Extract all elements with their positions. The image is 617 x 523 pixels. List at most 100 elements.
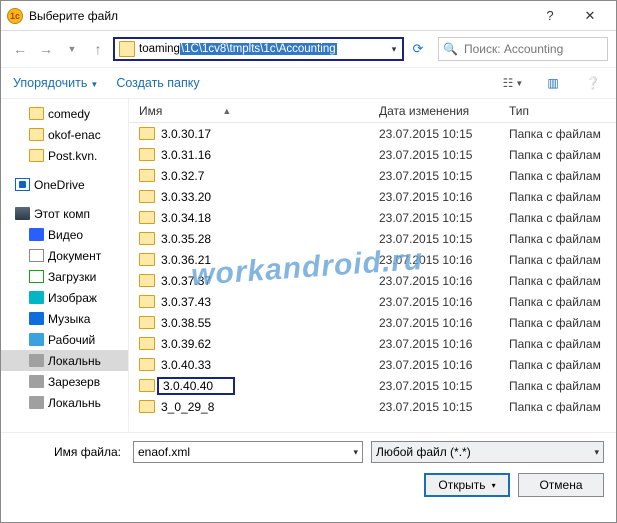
- folder-icon: [139, 211, 155, 224]
- tree-okof[interactable]: okof-enac: [1, 124, 128, 145]
- tree-local1[interactable]: Локальнь: [1, 350, 128, 371]
- file-row[interactable]: 3.0.34.1823.07.2015 10:15Папка с файлам: [129, 207, 616, 228]
- help-button[interactable]: ?: [530, 2, 570, 30]
- filename-label: Имя файла:: [13, 445, 125, 459]
- open-button[interactable]: Открыть▾: [424, 473, 510, 497]
- music-icon: [29, 312, 44, 325]
- app-icon: 1c: [7, 8, 23, 24]
- file-type: Папка с файлам: [509, 211, 616, 225]
- file-row[interactable]: 3.0.37.4323.07.2015 10:16Папка с файлам: [129, 291, 616, 312]
- file-row[interactable]: 3.0.33.20 23.07.2015 10:16Папка с файлам: [129, 186, 616, 207]
- preview-pane-button[interactable]: ▥: [542, 74, 564, 92]
- file-row[interactable]: 3_0_29_8 23.07.2015 10:15Папка с файлам: [129, 396, 616, 417]
- folder-icon: [139, 148, 155, 161]
- file-name: 3.0.35.28: [161, 232, 211, 246]
- file-date: 23.07.2015 10:16: [379, 337, 509, 351]
- file-date: 23.07.2015 10:15: [379, 232, 509, 246]
- tree-local2[interactable]: Локальнь: [1, 392, 128, 413]
- file-name: 3.0.33.20: [161, 190, 211, 204]
- download-icon: [29, 270, 44, 283]
- nav-row: ← → ▼ ↑ toaming\1C\1cv8\tmplts\1c\Accoun…: [1, 31, 616, 67]
- tree-onedrive[interactable]: OneDrive: [1, 174, 128, 195]
- file-type: Папка с файлам: [509, 358, 616, 372]
- chevron-down-icon[interactable]: ▾: [594, 447, 599, 458]
- col-name[interactable]: Имя▲: [129, 104, 379, 118]
- folder-icon: [139, 169, 155, 182]
- file-row[interactable]: 3.0.37.3723.07.2015 10:16Папка с файлам: [129, 270, 616, 291]
- tree-reserved[interactable]: Зарезерв: [1, 371, 128, 392]
- drive-icon: [29, 354, 44, 367]
- close-button[interactable]: ✕: [570, 2, 610, 30]
- tree-images[interactable]: Изображ: [1, 287, 128, 308]
- file-name: 3.0.31.16: [161, 148, 211, 162]
- file-date: 23.07.2015 10:15: [379, 379, 509, 393]
- tree-music[interactable]: Музыка: [1, 308, 128, 329]
- file-row[interactable]: 3.0.31.1623.07.2015 10:15Папка с файлам: [129, 144, 616, 165]
- tree-desktop[interactable]: Рабочий: [1, 329, 128, 350]
- up-button[interactable]: ↑: [87, 38, 109, 60]
- file-row[interactable]: 3.0.38.5523.07.2015 10:16Папка с файлам: [129, 312, 616, 333]
- computer-icon: [15, 207, 30, 220]
- view-options[interactable]: ☷▼: [502, 74, 524, 92]
- tree-post[interactable]: Post.kvn.: [1, 145, 128, 166]
- address-bar[interactable]: toaming\1C\1cv8\tmplts\1c\Accounting ▾: [113, 37, 404, 61]
- folder-icon: [29, 128, 44, 141]
- folder-icon: [139, 358, 155, 371]
- folder-icon: [119, 41, 135, 57]
- file-row[interactable]: 3.0.30.1723.07.2015 10:15Папка с файлам: [129, 123, 616, 144]
- file-row[interactable]: 3.0.36.2123.07.2015 10:16Папка с файлам: [129, 249, 616, 270]
- tree-thispc[interactable]: Этот комп: [1, 203, 128, 224]
- file-name: 3.0.30.17: [161, 127, 211, 141]
- file-type: Папка с файлам: [509, 400, 616, 414]
- folder-icon: [139, 190, 155, 203]
- file-list: Имя▲ Дата изменения Тип 3.0.30.1723.07.2…: [129, 99, 616, 461]
- file-name: 3_0_29_8: [161, 400, 214, 414]
- folder-icon: [29, 107, 44, 120]
- tree-downloads[interactable]: Загрузки: [1, 266, 128, 287]
- tree-docs[interactable]: Документ: [1, 245, 128, 266]
- col-type[interactable]: Тип: [509, 104, 616, 118]
- file-date: 23.07.2015 10:16: [379, 274, 509, 288]
- search-input[interactable]: [462, 41, 617, 57]
- content-area: comedy okof-enac Post.kvn. OneDrive Этот…: [1, 99, 616, 461]
- search-icon: 🔍: [443, 42, 458, 56]
- file-name: 3.0.39.62: [161, 337, 211, 351]
- column-headers[interactable]: Имя▲ Дата изменения Тип: [129, 99, 616, 123]
- file-row[interactable]: 3.0.39.6223.07.2015 10:16Папка с файлам: [129, 333, 616, 354]
- tree-video[interactable]: Видео: [1, 224, 128, 245]
- tree-comedy[interactable]: comedy: [1, 103, 128, 124]
- organize-menu[interactable]: Упорядочить▼: [13, 76, 98, 90]
- rows-container[interactable]: 3.0.30.1723.07.2015 10:15Папка с файлам3…: [129, 123, 616, 444]
- filter-combo[interactable]: Любой файл (*.*) ▾: [371, 441, 604, 463]
- file-name: 3.0.32.7: [161, 169, 204, 183]
- drive-icon: [29, 396, 44, 409]
- folder-icon: [139, 379, 155, 392]
- chevron-down-icon[interactable]: ▾: [386, 44, 402, 55]
- history-dropdown[interactable]: ▼: [61, 38, 83, 60]
- chevron-down-icon[interactable]: ▾: [353, 447, 358, 458]
- folder-icon: [139, 274, 155, 287]
- help-icon[interactable]: ❔: [582, 74, 604, 92]
- col-date[interactable]: Дата изменения: [379, 104, 509, 118]
- file-type: Папка с файлам: [509, 190, 616, 204]
- file-row[interactable]: 3.0.40.3323.07.2015 10:16Папка с файлам: [129, 354, 616, 375]
- file-date: 23.07.2015 10:15: [379, 400, 509, 414]
- search-box[interactable]: 🔍: [438, 37, 608, 61]
- nav-tree[interactable]: comedy okof-enac Post.kvn. OneDrive Этот…: [1, 99, 129, 461]
- image-icon: [29, 291, 44, 304]
- file-type: Папка с файлам: [509, 148, 616, 162]
- refresh-button[interactable]: ⟳: [408, 41, 428, 57]
- file-row[interactable]: 3.0.40.4023.07.2015 10:15Папка с файлам: [129, 375, 616, 396]
- filename-combo[interactable]: enaof.xml ▾: [133, 441, 363, 463]
- onedrive-icon: [15, 178, 30, 191]
- file-date: 23.07.2015 10:16: [379, 190, 509, 204]
- folder-icon: [139, 253, 155, 266]
- cancel-button[interactable]: Отмена: [518, 473, 604, 497]
- new-folder-button[interactable]: Создать папку: [116, 76, 199, 90]
- titlebar: 1c Выберите файл ? ✕: [1, 1, 616, 31]
- file-row[interactable]: 3.0.35.2823.07.2015 10:15Папка с файлам: [129, 228, 616, 249]
- address-text: toaming\1C\1cv8\tmplts\1c\Accounting: [139, 43, 386, 55]
- file-row[interactable]: 3.0.32.723.07.2015 10:15Папка с файлам: [129, 165, 616, 186]
- forward-button[interactable]: →: [35, 38, 57, 60]
- back-button[interactable]: ←: [9, 38, 31, 60]
